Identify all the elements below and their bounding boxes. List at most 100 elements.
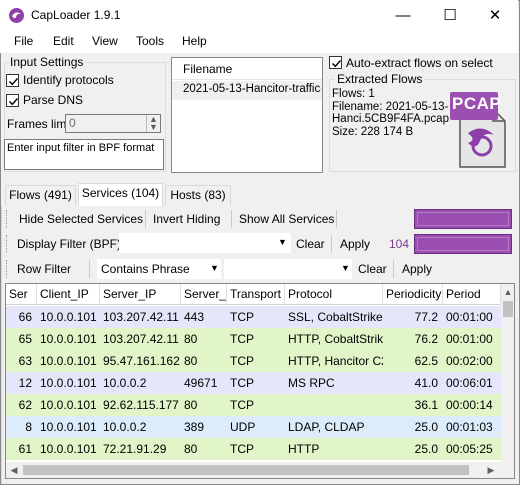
file-list[interactable]: Filename 2021-05-13-Hancitor-traffic-...: [171, 57, 323, 173]
display-filter-apply-button[interactable]: Apply: [340, 237, 370, 251]
row-filter-text-combobox[interactable]: ▼: [224, 259, 352, 279]
cell-transport: TCP: [230, 310, 254, 324]
chevron-down-icon[interactable]: ▼: [341, 263, 350, 273]
cell-client: 10.0.0.101: [40, 354, 97, 368]
chevron-down-icon[interactable]: ▼: [210, 263, 219, 273]
menu-help[interactable]: Help: [182, 34, 207, 48]
menu-edit[interactable]: Edit: [53, 34, 74, 48]
scroll-up-icon[interactable]: ▲: [501, 285, 514, 299]
filter-progress-bar: [414, 234, 512, 254]
row-filter-clear-button[interactable]: Clear: [358, 262, 387, 276]
menu-view[interactable]: View: [92, 34, 118, 48]
parse-dns-checkbox[interactable]: [6, 94, 19, 107]
horizontal-scroll-thumb[interactable]: [23, 465, 469, 475]
column-header-protocol[interactable]: Protocol: [285, 284, 383, 305]
column-header-transport[interactable]: Transport: [227, 284, 285, 305]
table-row[interactable]: 63 10.0.0.101 95.47.161.162 80 TCP HTTP, Hanc…: [6, 350, 501, 372]
cell-ser: 12: [18, 376, 32, 390]
display-filter-clear-button[interactable]: Clear: [296, 237, 325, 251]
show-all-services-button[interactable]: Show All Services: [239, 212, 334, 226]
file-list-item-label: 2021-05-13-Hancitor-traffic-...: [183, 83, 321, 95]
chevron-down-icon[interactable]: ▼: [278, 237, 287, 247]
services-table[interactable]: Ser Client_IP Server_IP Server_ Transpor…: [5, 283, 515, 479]
cell-server: 103.207.42.11: [103, 332, 179, 346]
tab-services[interactable]: Services (104): [78, 183, 163, 207]
menu-file[interactable]: File: [14, 34, 33, 48]
hide-selected-services-button[interactable]: Hide Selected Services: [19, 212, 143, 226]
column-header-period[interactable]: Period: [443, 284, 501, 305]
column-header-periodicity[interactable]: Periodicity: [383, 284, 443, 305]
vertical-scroll-thumb[interactable]: [503, 301, 513, 317]
cell-period: 00:01:00: [446, 310, 493, 324]
identify-protocols-checkbox[interactable]: [6, 74, 19, 87]
toolbar-separator: [145, 210, 146, 228]
frames-limit-spinner[interactable]: 0 ▲ ▼: [65, 114, 161, 133]
toolbar-separator: [331, 235, 332, 253]
filename-column-header: Filename: [183, 62, 233, 76]
row-filter-apply-button[interactable]: Apply: [402, 262, 432, 276]
auto-extract-checkbox[interactable]: [329, 56, 342, 69]
display-filter-label: Display Filter (BPF): [17, 237, 122, 251]
cell-ser: 8: [25, 420, 32, 434]
cell-periodicity: 62.5: [414, 354, 438, 368]
row-filter-mode-select[interactable]: Contains Phrase ▼: [97, 259, 221, 279]
vertical-scrollbar[interactable]: ▲: [501, 284, 514, 462]
invert-hiding-button[interactable]: Invert Hiding: [153, 212, 220, 226]
column-header-server-port[interactable]: Server_: [181, 284, 227, 305]
minimize-icon[interactable]: —: [380, 0, 426, 31]
scroll-left-icon[interactable]: ◀: [7, 463, 21, 477]
cell-protocol: HTTP, Hancitor C2: [288, 354, 383, 368]
menu-tools[interactable]: Tools: [136, 34, 164, 48]
cell-client: 10.0.0.101: [40, 398, 97, 412]
cell-ser: 65: [18, 332, 32, 346]
cell-protocol: [285, 394, 383, 416]
pcap-file-icon[interactable]: PCAP: [448, 89, 508, 169]
menu-bar: File Edit View Tools Help: [0, 31, 518, 53]
column-header-ser[interactable]: Ser: [6, 284, 37, 305]
tab-flows[interactable]: Flows (491): [5, 185, 76, 206]
scrollbar-corner: [501, 462, 514, 478]
extracted-flows-count: Flows: 1: [332, 88, 375, 100]
column-header-server-ip[interactable]: Server_IP: [100, 284, 181, 305]
toolbar-separator: [393, 260, 394, 278]
title-bar: CapLoader 1.9.1 — ☐ ✕: [0, 0, 518, 31]
table-row[interactable]: 8 10.0.0.101 10.0.0.2 389 UDP LDAP, CLDAP 25.0…: [6, 416, 501, 438]
cell-period: 00:00:14: [446, 398, 493, 412]
input-settings-title: Input Settings: [8, 55, 86, 69]
file-list-item[interactable]: 2021-05-13-Hancitor-traffic-...: [172, 81, 322, 100]
cell-client: 10.0.0.101: [40, 376, 97, 390]
cell-server: 10.0.0.2: [103, 420, 147, 434]
extracted-flows-title: Extracted Flows: [335, 72, 425, 86]
extracted-filename-line1: Filename: 2021-05-13-: [332, 100, 449, 113]
tab-hosts[interactable]: Hosts (83): [165, 185, 231, 206]
toolbar-grip: [6, 235, 9, 253]
cell-client: 10.0.0.101: [40, 420, 97, 434]
cell-transport: TCP: [230, 376, 254, 390]
table-row[interactable]: 12 10.0.0.101 10.0.0.2 49671 TCP MS RPC 41.0 00…: [6, 372, 501, 394]
cell-period: 00:01:03: [446, 420, 493, 434]
extracted-flows-info: Flows: 1 Filename: 2021-05-13- Hanci.5CB…: [332, 88, 449, 138]
bpf-input-field[interactable]: Enter input filter in BPF format: [4, 139, 164, 170]
bpf-placeholder-text: Enter input filter in BPF format: [7, 142, 155, 154]
maximize-icon[interactable]: ☐: [427, 0, 473, 31]
cell-server: 10.0.0.2: [103, 376, 147, 390]
table-row[interactable]: 62 10.0.0.101 92.62.115.177 80 TCP 36.1 00:00:…: [6, 394, 501, 416]
cell-ser: 62: [18, 398, 32, 412]
cell-periodicity: 25.0: [414, 442, 438, 456]
table-row[interactable]: 66 10.0.0.101 103.207.42.11 443 TCP SSL, Coba…: [6, 306, 501, 328]
spin-down-icon[interactable]: ▼: [146, 123, 160, 132]
display-filter-combobox[interactable]: ▼: [119, 233, 291, 253]
service-count: 104: [389, 237, 410, 251]
table-row[interactable]: 61 10.0.0.101 72.21.91.29 80 TCP HTTP 25.0 00:0…: [6, 438, 501, 460]
identify-protocols-label: Identify protocols: [23, 73, 114, 87]
cell-port: 80: [184, 442, 198, 456]
horizontal-scrollbar[interactable]: ◀ ▶: [6, 462, 501, 478]
close-icon[interactable]: ✕: [472, 0, 518, 31]
cell-ser: 66: [18, 310, 32, 324]
file-list-header: Filename: [172, 58, 322, 80]
row-filter-label: Row Filter: [17, 262, 72, 276]
table-row[interactable]: 65 10.0.0.101 103.207.42.11 80 TCP HTTP, Coba…: [6, 328, 501, 350]
cell-period: 00:01:00: [446, 332, 493, 346]
scroll-right-icon[interactable]: ▶: [484, 463, 498, 477]
column-header-client-ip[interactable]: Client_IP: [37, 284, 100, 305]
